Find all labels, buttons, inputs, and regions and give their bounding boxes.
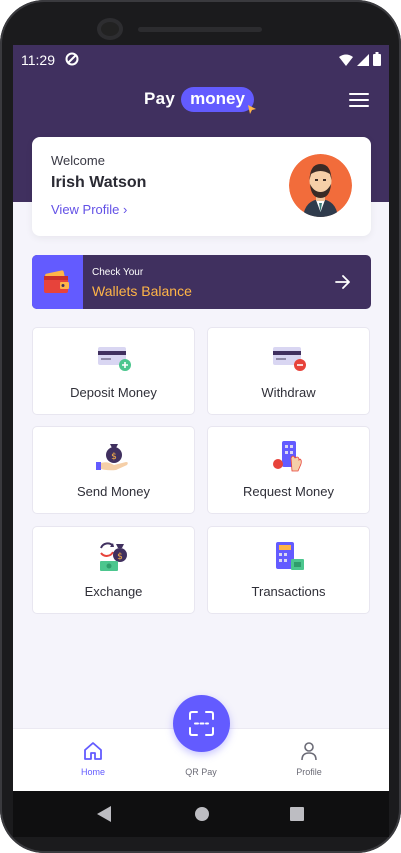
back-triangle-icon[interactable] [97, 806, 111, 827]
logo-money-pill: money [181, 86, 256, 114]
home-icon [83, 741, 103, 761]
logo-pay-text: Pay [144, 89, 176, 108]
qr-scan-icon [189, 711, 214, 741]
app-top-bar: Pay money [13, 85, 389, 115]
app-logo: Pay money [144, 85, 256, 114]
cursor-icon [247, 99, 256, 119]
withdraw-button[interactable]: Withdraw [207, 327, 370, 415]
withdraw-label: Withdraw [261, 385, 316, 400]
hamburger-menu-icon[interactable] [349, 93, 369, 109]
signal-icon [357, 53, 369, 69]
wifi-icon [339, 53, 353, 69]
nav-home[interactable]: Home [53, 729, 133, 791]
status-time: 11:29 [21, 52, 55, 68]
user-name: Irish Watson [51, 174, 147, 191]
front-camera [97, 18, 123, 40]
wallet-banner-subtitle: Check Your [92, 267, 144, 278]
deposit-card-icon [96, 341, 132, 373]
view-profile-link[interactable]: View Profile › [51, 202, 127, 217]
profile-card: Welcome Irish Watson View Profile › [32, 137, 371, 236]
svg-text:$: $ [111, 452, 117, 462]
recents-square-icon[interactable] [290, 807, 304, 826]
deposit-money-button[interactable]: Deposit Money [32, 327, 195, 415]
app-screen: 11:29 Pay money Welcome Irish Watson Vie… [13, 45, 389, 791]
exchange-label: Exchange [84, 584, 143, 599]
nav-profile-label: Profile [296, 767, 322, 777]
phone-request-icon [271, 440, 307, 472]
transactions-label: Transactions [251, 584, 326, 599]
calculator-icon [271, 540, 307, 572]
wallet-banner-title: Wallets Balance [92, 283, 192, 299]
home-circle-icon[interactable] [194, 806, 210, 827]
money-bag-hand-icon: $ [96, 440, 132, 472]
svg-text:$: $ [117, 552, 123, 562]
wallets-balance-banner[interactable]: Check Your Wallets Balance [32, 255, 371, 309]
speaker-grille [138, 27, 262, 32]
withdraw-card-icon [271, 341, 307, 373]
no-disturb-icon [65, 52, 79, 69]
request-money-button[interactable]: Request Money [207, 426, 370, 514]
deposit-money-label: Deposit Money [70, 385, 157, 400]
system-navigation-bar [13, 791, 389, 837]
nav-home-label: Home [80, 767, 105, 777]
qr-scan-button[interactable] [173, 695, 230, 752]
nav-profile[interactable]: Profile [269, 729, 349, 791]
logo-money-text: money [190, 88, 245, 108]
send-money-button[interactable]: $ Send Money [32, 426, 195, 514]
avatar[interactable] [289, 154, 352, 217]
arrow-right-icon [335, 275, 351, 294]
phone-frame: 11:29 Pay money Welcome Irish Watson Vie… [0, 0, 401, 853]
user-icon [299, 741, 319, 761]
wallet-icon [32, 255, 83, 309]
request-money-label: Request Money [242, 484, 335, 499]
send-money-label: Send Money [77, 484, 150, 499]
transactions-button[interactable]: Transactions [207, 526, 370, 614]
exchange-button[interactable]: $ Exchange [32, 526, 195, 614]
welcome-text: Welcome [51, 153, 105, 168]
exchange-icon: $ [96, 540, 132, 572]
battery-icon [373, 52, 381, 69]
nav-qr-pay-label: QR Pay [185, 767, 217, 777]
status-bar: 11:29 [13, 45, 389, 75]
